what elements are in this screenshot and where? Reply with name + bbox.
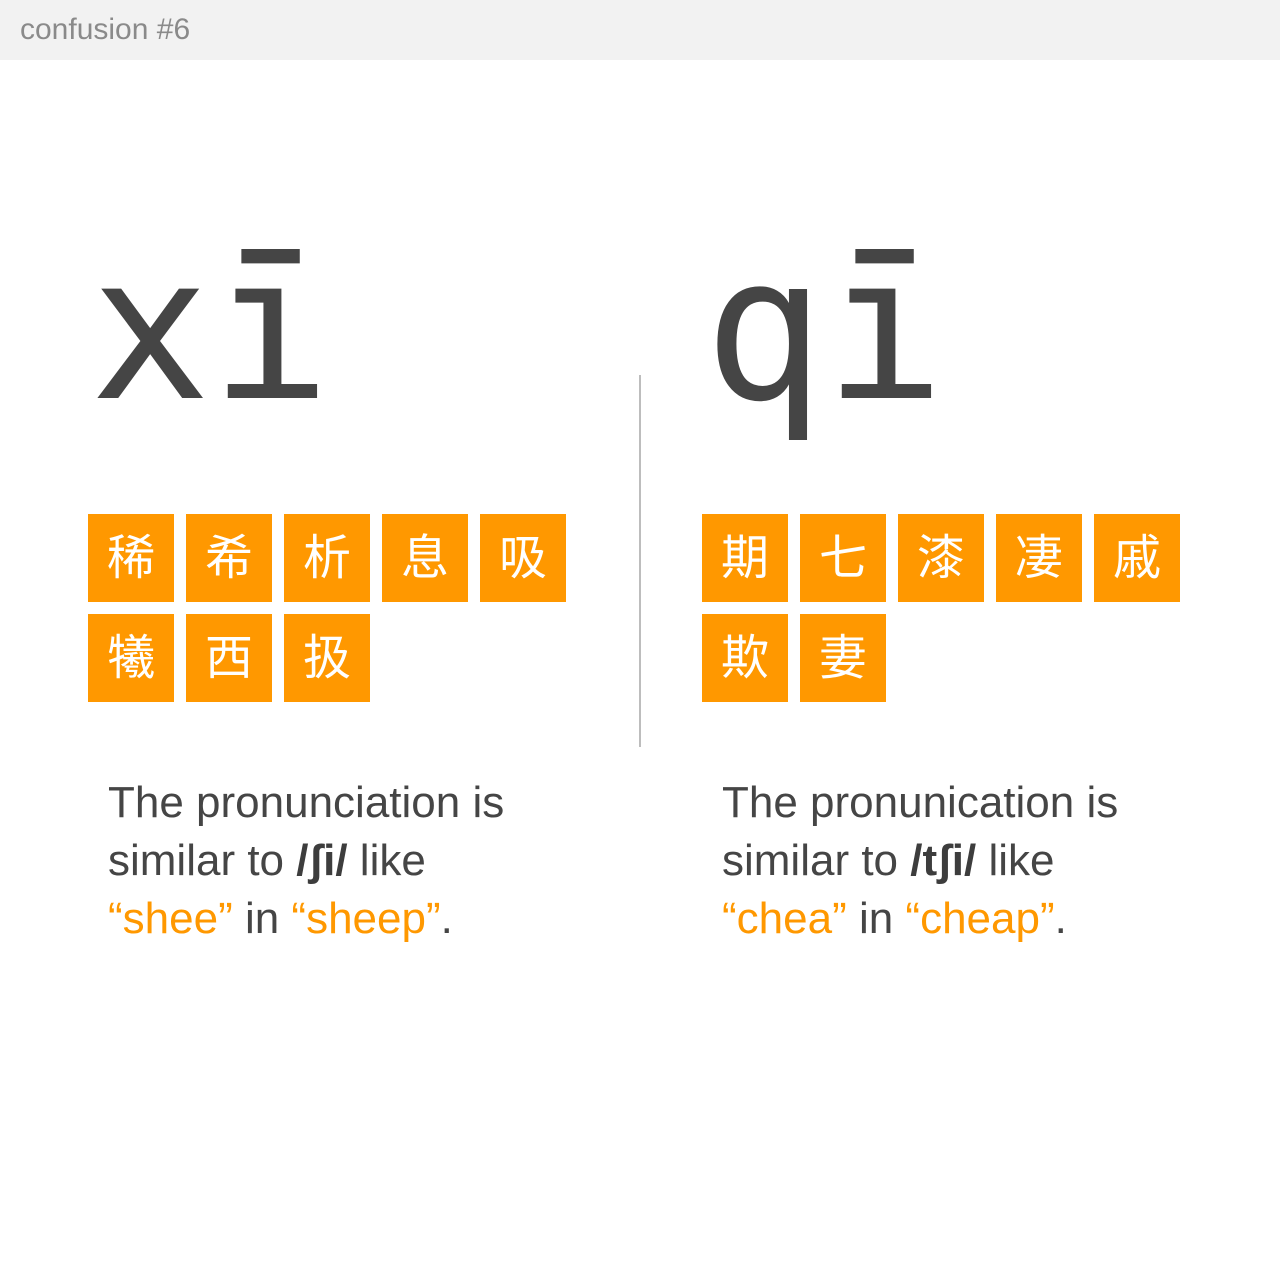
- description-prefix: similar to: [108, 836, 297, 885]
- word-example: “sheep”: [291, 894, 441, 943]
- description-suffix: like: [347, 836, 426, 885]
- description-end: .: [1054, 894, 1067, 943]
- right-character-grid: 期 七 漆 凄 戚 欺 妻: [702, 514, 1182, 702]
- left-character-grid: 稀 希 析 息 吸 犧 西 扱: [88, 514, 568, 702]
- character-tile: 漆: [898, 514, 984, 602]
- description-prefix: similar to: [722, 836, 911, 885]
- left-description: The pronunciation is similar to /ʃi/ lik…: [108, 774, 628, 948]
- character-tile: 妻: [800, 614, 886, 702]
- right-description: The pronunication is similar to /tʃi/ li…: [722, 774, 1242, 948]
- character-tile: 凄: [996, 514, 1082, 602]
- character-tile: 犧: [88, 614, 174, 702]
- character-tile: 稀: [88, 514, 174, 602]
- syllable-xi: xī: [90, 213, 331, 446]
- character-tile: 扱: [284, 614, 370, 702]
- syllable-qi: qī: [704, 213, 945, 446]
- description-middle: in: [846, 894, 906, 943]
- character-tile: 希: [186, 514, 272, 602]
- character-tile: 析: [284, 514, 370, 602]
- character-tile: 七: [800, 514, 886, 602]
- character-tile: 吸: [480, 514, 566, 602]
- header-bar: confusion #6: [0, 0, 1280, 60]
- character-tile: 戚: [1094, 514, 1180, 602]
- column-divider: [639, 375, 641, 747]
- description-middle: in: [232, 894, 292, 943]
- character-tile: 欺: [702, 614, 788, 702]
- sound-example: “shee”: [108, 894, 233, 943]
- character-tile: 西: [186, 614, 272, 702]
- description-line1: The pronunciation is: [108, 778, 505, 827]
- header-title: confusion #6: [20, 13, 191, 46]
- character-tile: 期: [702, 514, 788, 602]
- word-example: “cheap”: [905, 894, 1055, 943]
- description-line1: The pronunication is: [722, 778, 1119, 827]
- description-end: .: [440, 894, 453, 943]
- character-tile: 息: [382, 514, 468, 602]
- sound-example: “chea”: [722, 894, 847, 943]
- ipa-symbol: /ʃi/: [296, 836, 348, 885]
- description-suffix: like: [976, 836, 1055, 885]
- ipa-symbol: /tʃi/: [910, 836, 977, 885]
